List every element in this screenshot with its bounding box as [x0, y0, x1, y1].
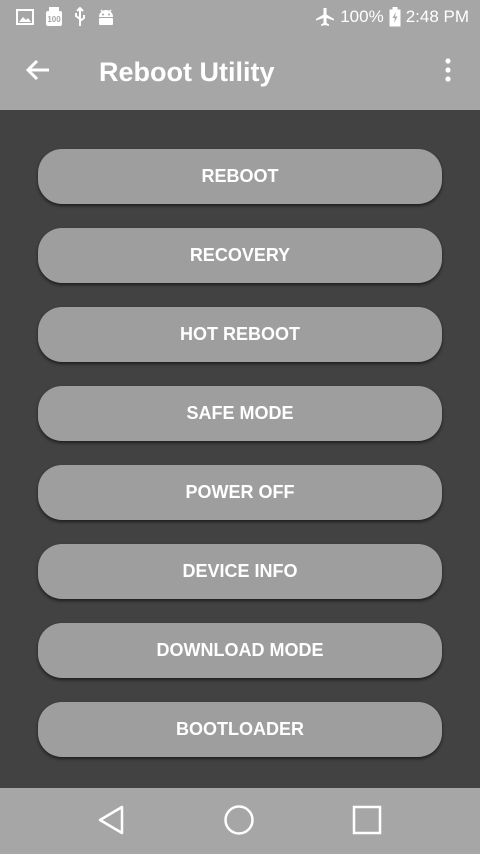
notification-icons: 100 — [16, 7, 115, 27]
hot-reboot-button[interactable]: HOT REBOOT — [38, 307, 442, 362]
nav-back-button[interactable] — [94, 805, 128, 839]
image-icon — [16, 9, 34, 25]
svg-text:100: 100 — [47, 15, 61, 24]
action-list: REBOOT RECOVERY HOT REBOOT SAFE MODE POW… — [0, 110, 480, 788]
arrow-back-icon — [25, 57, 51, 88]
system-status: 100% 2:48 PM — [315, 5, 469, 29]
storage-100-icon: 100 — [45, 7, 63, 27]
battery-percent: 100% — [340, 7, 384, 26]
app-bar: Reboot Utility — [0, 34, 480, 110]
nav-recents-button[interactable] — [350, 805, 384, 839]
back-triangle-icon — [96, 804, 126, 841]
recents-square-icon — [351, 804, 383, 841]
battery-charging-icon — [389, 7, 401, 27]
overflow-menu-button[interactable] — [433, 56, 463, 88]
bootloader-button[interactable]: BOOTLOADER — [38, 702, 442, 757]
status-bar: 100 100% 2:48 PM — [0, 0, 480, 34]
home-circle-icon — [223, 804, 255, 841]
more-vert-icon — [444, 57, 452, 87]
nav-home-button[interactable] — [222, 804, 256, 841]
navigation-bar — [0, 788, 480, 854]
reboot-button[interactable]: REBOOT — [38, 149, 442, 204]
airplane-mode-icon — [315, 7, 335, 27]
device-info-button[interactable]: DEVICE INFO — [38, 544, 442, 599]
app-title: Reboot Utility — [99, 57, 275, 87]
recovery-button[interactable]: RECOVERY — [38, 228, 442, 283]
safe-mode-button[interactable]: SAFE MODE — [38, 386, 442, 441]
power-off-button[interactable]: POWER OFF — [38, 465, 442, 520]
back-button[interactable] — [22, 56, 54, 88]
download-mode-button[interactable]: DOWNLOAD MODE — [38, 623, 442, 678]
usb-icon — [74, 7, 86, 27]
clock-time: 2:48 PM — [405, 7, 469, 26]
android-debug-icon — [97, 8, 115, 26]
